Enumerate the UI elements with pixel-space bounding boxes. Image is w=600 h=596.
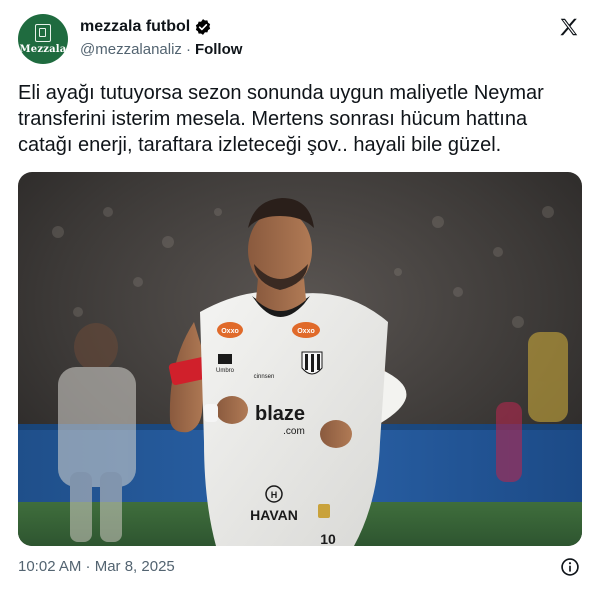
tweet-photo[interactable]: Oxxo Oxxo Umbro cinnsen blaze .com H HAV… <box>18 172 582 546</box>
display-name[interactable]: mezzala futbol <box>80 18 190 36</box>
club-emblem-icon <box>35 23 51 42</box>
shorts-sponsor: HAVAN <box>250 507 298 523</box>
timestamp[interactable]: 10:02 AM · Mar 8, 2025 <box>18 558 175 575</box>
jersey-brand-center: cinnsen <box>254 374 275 380</box>
follow-button[interactable]: Follow <box>195 41 243 58</box>
verified-badge-icon <box>194 18 212 36</box>
shorts-number: 10 <box>320 531 336 546</box>
sleeve-badge-left: Oxxo <box>221 328 239 335</box>
club-crest-icon <box>301 351 323 375</box>
jersey-sponsor-suffix: .com <box>283 426 305 437</box>
author-handle[interactable]: @mezzalanaliz <box>80 41 182 58</box>
jersey-brand-left: Umbro <box>216 368 235 374</box>
jersey-sponsor: blaze <box>255 403 305 425</box>
avatar-label: Mezzala <box>19 43 67 55</box>
separator-dot: · <box>185 40 191 58</box>
x-logo-icon[interactable] <box>558 16 580 38</box>
chest-badge-right: Oxxo <box>297 328 315 335</box>
info-icon[interactable] <box>560 557 580 577</box>
shorts-logo-letter: H <box>271 490 278 500</box>
tweet-text: Eli ayağı tutuyorsa sezon sonunda uygun … <box>18 82 544 156</box>
tweet-footer: 10:02 AM · Mar 8, 2025 <box>18 556 582 578</box>
avatar[interactable]: Mezzala <box>18 14 68 64</box>
tweet-header: Mezzala mezzala futbol @mezzalanaliz · F… <box>18 14 582 64</box>
author-info: mezzala futbol @mezzalanaliz · Follow <box>80 16 242 60</box>
